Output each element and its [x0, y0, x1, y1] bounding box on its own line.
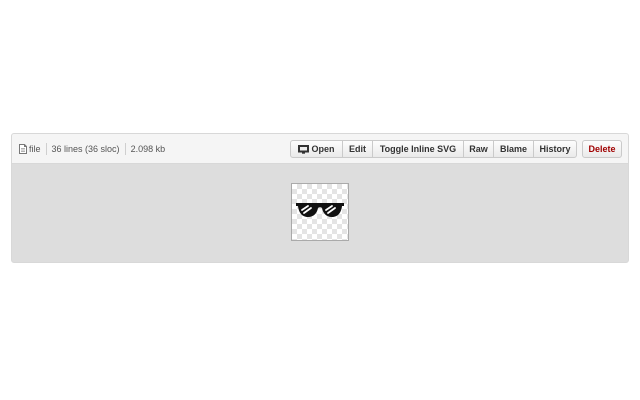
open-label: Open	[311, 144, 335, 154]
delete-button[interactable]: Delete	[582, 140, 622, 158]
file-header: file 36 lines (36 sloc) 2.098 kb Open Ed…	[12, 134, 628, 164]
raw-button[interactable]: Raw	[463, 141, 493, 157]
sunglasses-icon	[296, 203, 344, 217]
file-icon	[19, 143, 27, 154]
edit-button[interactable]: Edit	[342, 141, 372, 157]
monitor-icon	[298, 144, 310, 154]
open-button[interactable]: Open	[291, 141, 342, 157]
image-frame	[291, 183, 349, 241]
blame-button[interactable]: Blame	[493, 141, 533, 157]
image-preview-area	[12, 164, 628, 262]
toggle-inline-svg-button[interactable]: Toggle Inline SVG	[372, 141, 463, 157]
line-count: 36 lines (36 sloc)	[51, 143, 120, 154]
history-button[interactable]: History	[533, 141, 576, 157]
file-viewer: file 36 lines (36 sloc) 2.098 kb Open Ed…	[11, 133, 629, 263]
divider	[45, 142, 47, 155]
file-actions-group: Open Edit Toggle Inline SVG Raw Blame Hi…	[290, 140, 577, 158]
divider	[124, 142, 126, 155]
file-label: file	[29, 143, 41, 154]
file-size: 2.098 kb	[130, 143, 166, 154]
file-info: file 36 lines (36 sloc) 2.098 kb	[12, 134, 165, 163]
